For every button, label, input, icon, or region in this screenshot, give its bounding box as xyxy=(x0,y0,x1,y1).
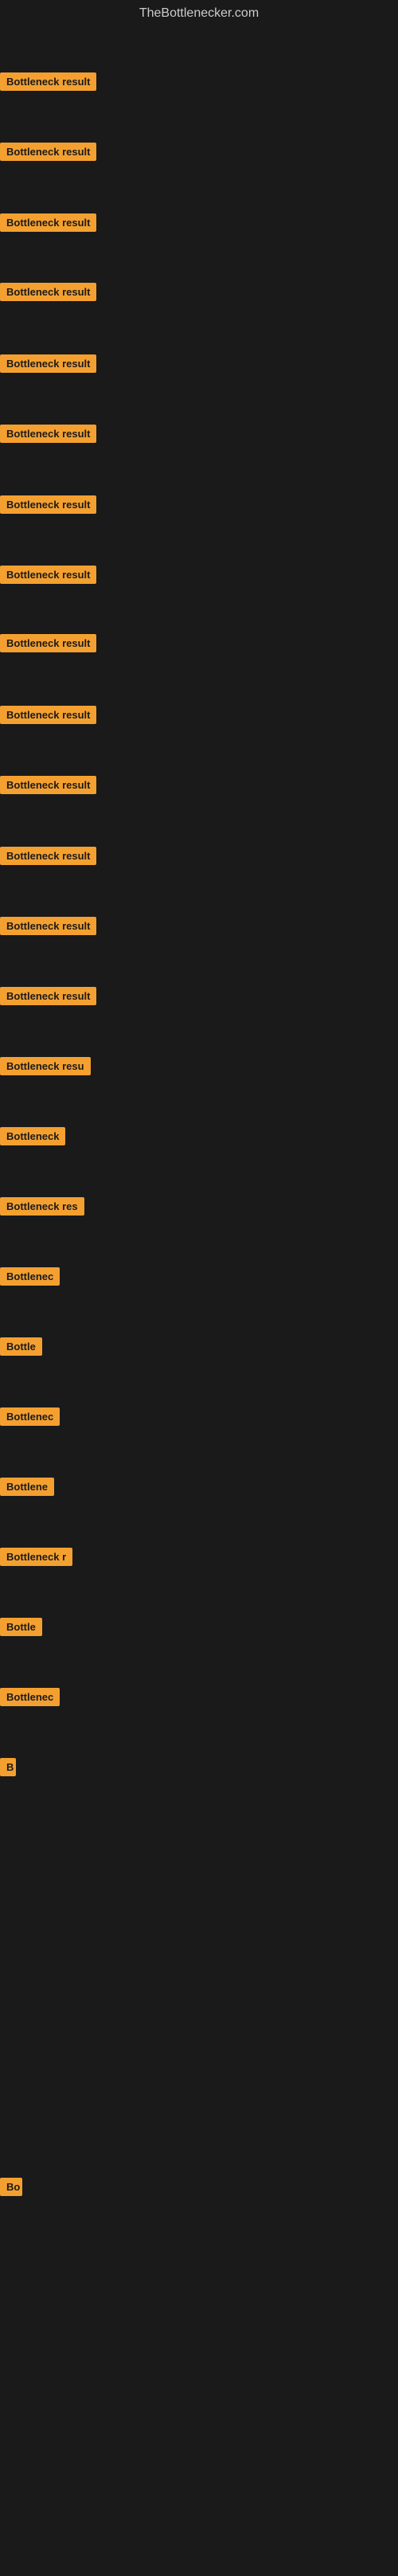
bottleneck-badge[interactable]: Bottle xyxy=(0,1337,42,1356)
bottleneck-badge[interactable]: Bottlenec xyxy=(0,1267,60,1286)
bottleneck-badge[interactable]: Bottleneck result xyxy=(0,706,96,724)
bottleneck-badge[interactable]: Bottleneck result xyxy=(0,847,96,865)
bottleneck-badge[interactable]: Bottleneck result xyxy=(0,143,96,161)
bottleneck-badge[interactable]: Bottleneck result xyxy=(0,495,96,514)
bottleneck-result-item: Bottleneck xyxy=(0,1127,65,1149)
bottleneck-result-item: Bottleneck result xyxy=(0,634,96,656)
bottleneck-result-item: Bottle xyxy=(0,1618,42,1640)
bottleneck-badge[interactable]: Bottleneck result xyxy=(0,776,96,794)
bottleneck-result-item: Bottlenec xyxy=(0,1267,60,1290)
bottleneck-badge[interactable]: Bottleneck result xyxy=(0,354,96,373)
bottleneck-badge[interactable]: Bottleneck result xyxy=(0,917,96,935)
bottleneck-result-item: Bottleneck result xyxy=(0,283,96,305)
bottleneck-result-item: Bottleneck resu xyxy=(0,1057,91,1079)
bottleneck-result-item: Bottleneck result xyxy=(0,847,96,869)
bottleneck-result-item: Bottleneck res xyxy=(0,1197,84,1219)
bottleneck-result-item: B xyxy=(0,1758,16,1780)
bottleneck-result-item: Bottleneck result xyxy=(0,776,96,798)
bottleneck-result-item: Bottleneck result xyxy=(0,566,96,588)
bottleneck-result-item: Bottlenec xyxy=(0,1688,60,1710)
bottleneck-badge[interactable]: Bottleneck result xyxy=(0,72,96,91)
bottleneck-result-item: Bottleneck result xyxy=(0,425,96,447)
bottleneck-badge[interactable]: Bottleneck result xyxy=(0,634,96,652)
bottleneck-badge[interactable]: Bottleneck result xyxy=(0,566,96,584)
bottleneck-badge[interactable]: Bottlenec xyxy=(0,1407,60,1426)
bottleneck-result-item: Bottleneck result xyxy=(0,706,96,728)
bottleneck-result-item: Bottlenec xyxy=(0,1407,60,1430)
bottleneck-badge[interactable]: Bottleneck result xyxy=(0,283,96,301)
bottleneck-badge[interactable]: Bottleneck result xyxy=(0,425,96,443)
bottleneck-result-item: Bottleneck result xyxy=(0,354,96,377)
bottleneck-badge[interactable]: Bo xyxy=(0,2178,22,2196)
bottleneck-result-item: Bottleneck result xyxy=(0,143,96,165)
bottleneck-badge[interactable]: Bottleneck resu xyxy=(0,1057,91,1075)
bottleneck-badge[interactable]: Bottleneck res xyxy=(0,1197,84,1216)
site-title: TheBottlenecker.com xyxy=(0,0,398,27)
bottleneck-result-item: Bottleneck result xyxy=(0,917,96,939)
bottleneck-result-item: Bo xyxy=(0,2178,22,2200)
bottleneck-badge[interactable]: Bottleneck r xyxy=(0,1548,72,1566)
bottleneck-badge[interactable]: Bottleneck result xyxy=(0,213,96,232)
bottleneck-badge[interactable]: Bottlenec xyxy=(0,1688,60,1706)
bottleneck-result-item: Bottleneck result xyxy=(0,72,96,95)
bottleneck-result-item: Bottleneck r xyxy=(0,1548,72,1570)
bottleneck-badge[interactable]: Bottle xyxy=(0,1618,42,1636)
bottleneck-result-item: Bottlene xyxy=(0,1478,54,1500)
bottleneck-result-item: Bottle xyxy=(0,1337,42,1360)
bottleneck-badge[interactable]: Bottleneck result xyxy=(0,987,96,1005)
bottleneck-result-item: Bottleneck result xyxy=(0,987,96,1009)
bottleneck-badge[interactable]: Bottlene xyxy=(0,1478,54,1496)
bottleneck-result-item: Bottleneck result xyxy=(0,213,96,236)
bottleneck-badge[interactable]: B xyxy=(0,1758,16,1776)
bottleneck-result-item: Bottleneck result xyxy=(0,495,96,518)
bottleneck-badge[interactable]: Bottleneck xyxy=(0,1127,65,1145)
